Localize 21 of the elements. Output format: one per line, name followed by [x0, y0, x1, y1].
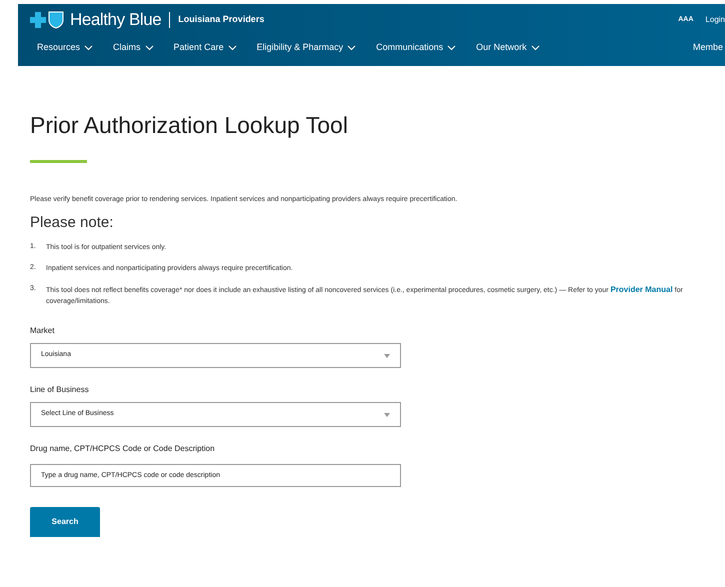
nav-menu-item[interactable]: Claims	[113, 41, 154, 55]
title-underline	[30, 160, 87, 163]
page-title: Prior Authorization Lookup Tool	[30, 114, 349, 137]
note-heading: Please note:	[30, 212, 114, 232]
site-subtitle: Louisiana Providers	[178, 13, 264, 26]
field-label: Market	[30, 325, 56, 337]
field-label: Drug name, CPT/HCPCS Code or Code Description	[30, 443, 216, 455]
provider-manual-link[interactable]: Provider Manual	[610, 285, 673, 294]
field-label: Line of Business	[30, 384, 90, 396]
caret-icon	[384, 412, 390, 416]
nav-menu-item[interactable]: Eligibility & Pharmacy	[256, 41, 356, 55]
nav-menu-item[interactable]: Our Network	[476, 41, 540, 55]
search-button[interactable]: Search	[30, 507, 100, 537]
nav-menu-item[interactable]: Membe	[692, 41, 725, 55]
nav-menu-item[interactable]: Patient Care	[174, 41, 237, 55]
caret-icon	[384, 354, 390, 358]
nav-menu-item[interactable]: Communications	[376, 41, 456, 55]
login-link[interactable]: Login	[705, 14, 725, 26]
logo-icon	[30, 11, 66, 29]
nav-menu-item[interactable]: Resources	[37, 41, 94, 55]
brand-name[interactable]: Healthy Blue	[70, 7, 162, 33]
